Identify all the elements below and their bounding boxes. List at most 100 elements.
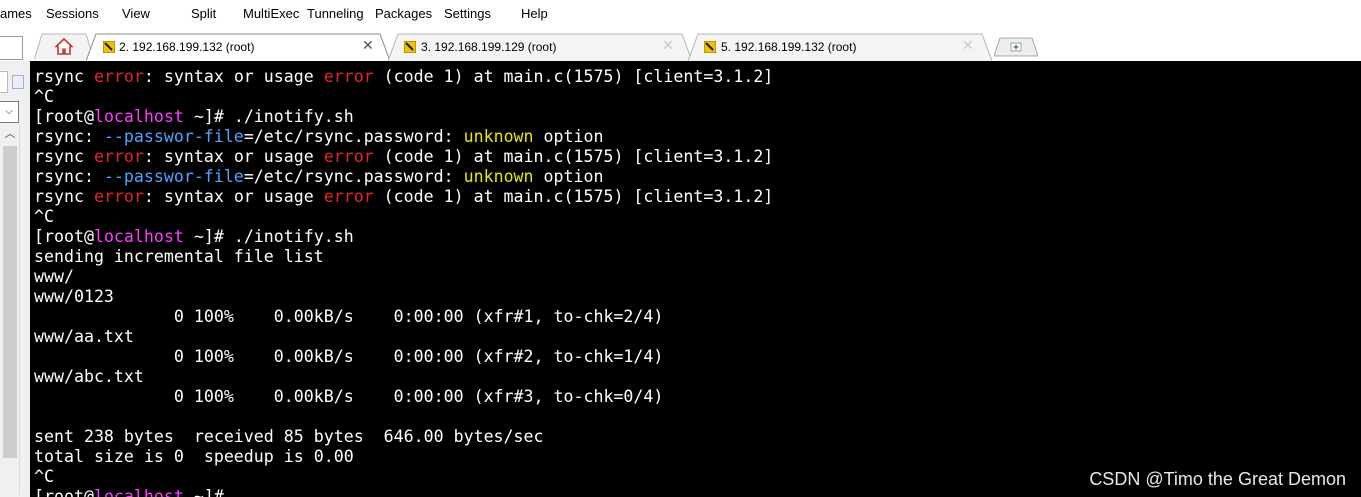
left-sidebar-strip: ⌵ ︿ [0, 61, 30, 497]
terminal-segment: 0 100% 0.00kB/s 0:00:00 (xfr#2, to-chk=1… [34, 347, 664, 366]
tab-session-3[interactable]: 3. 192.168.199.129 (root) ✕ [388, 33, 692, 61]
terminal-line: sending incremental file list [34, 247, 773, 267]
menu-packages[interactable]: Packages [375, 6, 432, 21]
terminal-segment: : syntax or usage [143, 187, 324, 206]
tab-bar: 2. 192.168.199.132 (root) ✕ 3. 192.168.1… [0, 30, 1361, 61]
tab-session-2[interactable]: 2. 192.168.199.132 (root) ✕ [86, 33, 390, 61]
new-tab-shape [994, 37, 1038, 57]
terminal-segment: ^C [34, 87, 54, 106]
terminal-segment: option [533, 167, 604, 186]
side-panel-icon[interactable] [12, 75, 24, 89]
terminal-segment: ^C [34, 467, 54, 486]
menu-view[interactable]: View [122, 6, 150, 21]
terminal-segment: ~]# [183, 487, 224, 497]
close-icon[interactable]: ✕ [662, 37, 674, 54]
new-tab-button[interactable] [994, 33, 1038, 60]
home-tab[interactable] [34, 33, 94, 60]
terminal-segment: =/etc/rsync.password: [243, 127, 464, 146]
terminal-line: rsync error: syntax or usage error (code… [34, 147, 773, 167]
terminal-segment: error [93, 67, 144, 86]
terminal-line: rsync: --passwor-file=/etc/rsync.passwor… [34, 127, 773, 147]
terminal-segment: rsync [34, 187, 94, 206]
terminal-line: www/ [34, 267, 773, 287]
terminal-line: www/0123 [34, 287, 773, 307]
watermark: CSDN @Timo the Great Demon [1089, 469, 1346, 489]
terminal-line: sent 238 bytes received 85 bytes 646.00 … [34, 427, 773, 447]
terminal-segment: www/abc.txt [34, 367, 144, 386]
menu-games[interactable]: ames [0, 6, 32, 21]
quick-connect-input[interactable] [0, 36, 23, 60]
terminal-segment: www/ [34, 267, 74, 286]
terminal-segment: localhost [93, 227, 184, 246]
close-icon[interactable]: ✕ [362, 37, 374, 54]
terminal-segment: [root@ [34, 487, 94, 497]
terminal-segment: total size is 0 speedup is 0.00 [34, 447, 354, 466]
menu-help[interactable]: Help [521, 6, 548, 21]
terminal-line: ^C [34, 207, 773, 227]
terminal-segment: unknown [463, 127, 534, 146]
menu-sessions[interactable]: Sessions [46, 6, 99, 21]
terminal-segment: option [533, 127, 604, 146]
terminal-segment: ^C [34, 207, 54, 226]
terminal-segment: --passwor-file [103, 167, 244, 186]
terminal-line: [root@localhost ~]# ./inotify.sh [34, 227, 773, 247]
terminal-line: [root@localhost ~]# [34, 487, 773, 497]
scroll-up-icon[interactable]: ︿ [1, 125, 19, 143]
terminal-segment: error [323, 67, 374, 86]
side-panel-edge [0, 71, 8, 93]
terminal-segment: : syntax or usage [143, 67, 324, 86]
tab-label: 3. 192.168.199.129 (root) [421, 40, 557, 54]
terminal-segment: rsync [34, 67, 94, 86]
terminal-segment: [root@ [34, 107, 94, 126]
terminal-segment: sending incremental file list [34, 247, 324, 266]
menu-settings[interactable]: Settings [444, 6, 491, 21]
terminal-segment: www/aa.txt [34, 327, 134, 346]
terminal-segment: [root@ [34, 227, 94, 246]
terminal-segment: (code 1) at main.c(1575) [client=3.1.2] [373, 187, 774, 206]
terminal-segment: (code 1) at main.c(1575) [client=3.1.2] [373, 147, 774, 166]
terminal-segment: ~]# ./inotify.sh [183, 107, 354, 126]
terminal-line: total size is 0 speedup is 0.00 [34, 447, 773, 467]
terminal-segment: =/etc/rsync.password: [243, 167, 464, 186]
home-icon [55, 38, 73, 55]
menu-tunneling[interactable]: Tunneling [307, 6, 364, 21]
terminal-segment: rsync: [34, 167, 104, 186]
terminal-segment: error [93, 147, 144, 166]
terminal-segment: : syntax or usage [143, 147, 324, 166]
close-icon[interactable]: ✕ [962, 37, 974, 54]
terminal-line: [root@localhost ~]# ./inotify.sh [34, 107, 773, 127]
terminal-segment: unknown [463, 167, 534, 186]
tab-session-5[interactable]: 5. 192.168.199.132 (root) ✕ [688, 33, 992, 61]
scroll-thumb[interactable] [3, 146, 17, 458]
terminal-segment: localhost [93, 107, 184, 126]
terminal-segment: (code 1) at main.c(1575) [client=3.1.2] [373, 67, 774, 86]
chevron-down-icon[interactable]: ⌵ [0, 101, 19, 123]
terminal-line: rsync error: syntax or usage error (code… [34, 67, 773, 87]
terminal-line: ^C [34, 87, 773, 107]
terminal-segment: localhost [93, 487, 184, 497]
terminal-output: rsync error: syntax or usage error (code… [34, 67, 773, 497]
terminal-segment: error [93, 187, 144, 206]
menu-multiexec[interactable]: MultiExec [243, 6, 299, 21]
terminal-segment: rsync [34, 147, 94, 166]
terminal-segment: ~]# ./inotify.sh [183, 227, 354, 246]
terminal-segment: 0 100% 0.00kB/s 0:00:00 (xfr#1, to-chk=2… [34, 307, 664, 326]
tab-label: 2. 192.168.199.132 (root) [119, 40, 255, 54]
tab-label: 5. 192.168.199.132 (root) [721, 40, 857, 54]
menu-split[interactable]: Split [191, 6, 216, 21]
terminal-session-icon [404, 41, 416, 53]
menu-bar: ames Sessions View Split MultiExec Tunne… [0, 0, 1361, 30]
terminal-line: ^C [34, 467, 773, 487]
terminal-line: 0 100% 0.00kB/s 0:00:00 (xfr#1, to-chk=2… [34, 307, 773, 327]
terminal-segment: error [323, 147, 374, 166]
terminal-line: www/abc.txt [34, 367, 773, 387]
scrollbar[interactable]: ︿ [1, 125, 20, 495]
terminal-segment: error [323, 187, 374, 206]
terminal-line: rsync error: syntax or usage error (code… [34, 187, 773, 207]
terminal-area[interactable]: rsync error: syntax or usage error (code… [30, 61, 1361, 497]
terminal-session-icon [103, 41, 115, 53]
terminal-line: rsync: --passwor-file=/etc/rsync.passwor… [34, 167, 773, 187]
terminal-line: 0 100% 0.00kB/s 0:00:00 (xfr#3, to-chk=0… [34, 387, 773, 407]
terminal-segment: sent 238 bytes received 85 bytes 646.00 … [34, 427, 544, 446]
terminal-line: 0 100% 0.00kB/s 0:00:00 (xfr#2, to-chk=1… [34, 347, 773, 367]
